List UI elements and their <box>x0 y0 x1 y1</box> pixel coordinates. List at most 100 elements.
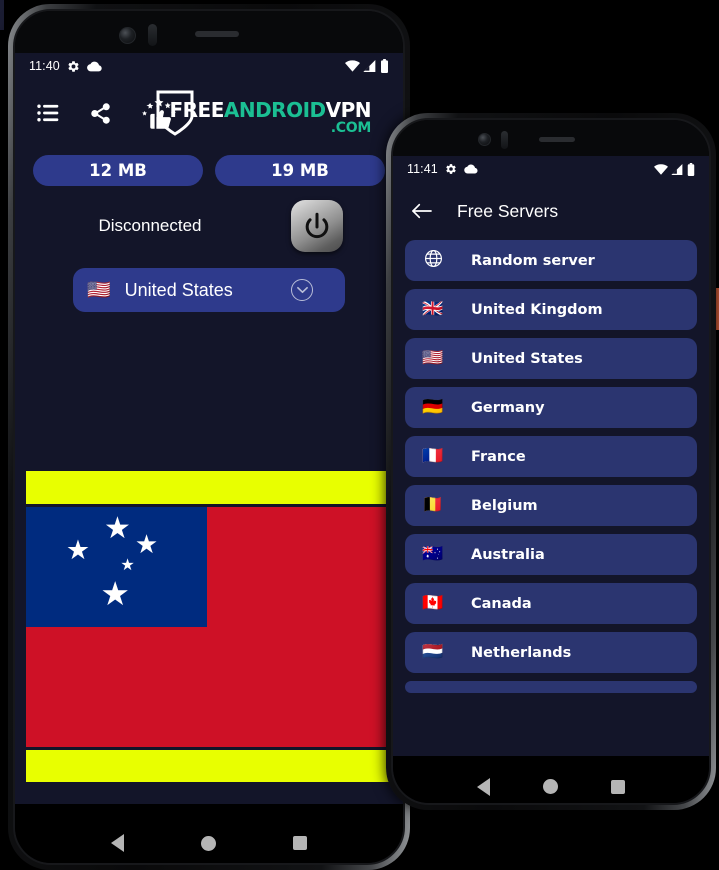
server-list-item-united-states[interactable]: 🇺🇸 United States <box>405 338 697 379</box>
nav-back-icon[interactable] <box>111 834 125 852</box>
phone-device-secondary: 11:41 Free Servers Random server 🇬🇧 Unit… <box>386 113 716 810</box>
server-list-item-label: Australia <box>471 546 545 563</box>
nav-home-icon[interactable] <box>542 779 558 794</box>
gear-icon <box>68 60 79 72</box>
gear-icon <box>446 164 456 174</box>
android-nav-bar-b <box>393 756 709 803</box>
star-icon: ★ <box>103 511 131 547</box>
app-logo: FREEANDROIDVPN .COM <box>155 89 397 137</box>
phone-b-notch <box>393 120 709 156</box>
logo-part-free: FREE <box>169 98 224 122</box>
phone-b-screen: 11:41 Free Servers Random server 🇬🇧 Unit… <box>393 156 709 756</box>
status-time: 11:41 <box>407 162 438 176</box>
left-edge-sliver <box>0 0 4 30</box>
logo-part-vpn: VPN <box>325 98 372 122</box>
server-list-item-australia[interactable]: 🇦🇺 Australia <box>405 534 697 575</box>
star-icon: ★ <box>100 573 130 613</box>
flag-icon-fr: 🇫🇷 <box>422 446 444 466</box>
flag-icon-us: 🇺🇸 <box>422 348 444 368</box>
server-list-item-random[interactable]: Random server <box>405 240 697 281</box>
server-list: Random server 🇬🇧 United Kingdom 🇺🇸 Unite… <box>393 240 709 693</box>
screenshot-stage: 11:40 FREEANDROIDVPN .COM 12 MB 19 MB Di… <box>0 0 719 870</box>
server-list-item-france[interactable]: 🇫🇷 France <box>405 436 697 477</box>
nav-back-icon[interactable] <box>477 777 491 796</box>
server-list-item-label: France <box>471 448 526 465</box>
server-list-item-canada[interactable]: 🇨🇦 Canada <box>405 583 697 624</box>
front-camera-icon <box>119 27 136 44</box>
phone-b-bezel: 11:41 Free Servers Random server 🇬🇧 Unit… <box>391 118 711 805</box>
star-icon: ★ <box>120 555 135 575</box>
server-list-item-label: Canada <box>471 595 532 612</box>
upload-usage-pill[interactable]: 19 MB <box>215 155 385 186</box>
country-selector-wrap: 🇺🇸 United States <box>15 252 403 312</box>
earpiece-speaker <box>539 137 575 142</box>
proximity-sensor-icon <box>501 131 508 149</box>
status-bar-b: 11:41 <box>393 156 709 182</box>
flag-icon-de: 🇩🇪 <box>422 397 444 417</box>
server-list-item-belgium[interactable]: 🇧🇪 Belgium <box>405 485 697 526</box>
cloud-icon <box>464 164 478 174</box>
earpiece-speaker <box>195 31 239 37</box>
power-toggle[interactable] <box>291 200 343 252</box>
page-title: Free Servers <box>457 200 559 221</box>
flag-icon-gb: 🇬🇧 <box>422 299 444 319</box>
server-list-item-label: United States <box>471 350 583 367</box>
samoa-flag-canton: ★ ★ ★ ★ ★ <box>26 507 208 627</box>
server-list-item-label: Netherlands <box>471 644 572 661</box>
connection-status-text: Disconnected <box>98 216 202 235</box>
nav-recents-icon[interactable] <box>292 836 307 850</box>
logo-part-com: .COM <box>330 120 372 136</box>
country-selector-label: United States <box>124 279 233 300</box>
server-list-item-united-kingdom[interactable]: 🇬🇧 United Kingdom <box>405 289 697 330</box>
star-icon: ★ <box>134 530 159 561</box>
ad-top-bar <box>26 471 400 504</box>
server-list-item-label: United Kingdom <box>471 301 603 318</box>
nav-home-icon[interactable] <box>200 835 216 851</box>
battery-icon <box>381 59 388 73</box>
screen-header: Free Servers <box>393 182 709 240</box>
battery-icon <box>687 162 695 176</box>
share-icon[interactable] <box>85 98 115 128</box>
front-camera-icon <box>478 133 491 146</box>
phone-a-notch <box>15 11 403 53</box>
proximity-sensor-icon <box>148 24 157 46</box>
cloud-icon <box>86 61 102 71</box>
flag-icon-ca: 🇨🇦 <box>422 593 444 613</box>
samoa-flag-ad-banner[interactable]: ★ ★ ★ ★ ★ <box>26 471 400 791</box>
status-bar-a: 11:40 <box>15 53 403 79</box>
status-time: 11:40 <box>29 59 60 73</box>
connection-row: Disconnected <box>15 186 403 252</box>
signal-icon <box>671 163 683 175</box>
country-flag-icon: 🇺🇸 <box>87 278 111 301</box>
star-icon: ★ <box>65 535 91 566</box>
samoa-flag-field: ★ ★ ★ ★ ★ <box>26 507 400 747</box>
country-selector[interactable]: 🇺🇸 United States <box>73 268 345 312</box>
server-list-item-label: Germany <box>471 399 545 416</box>
flag-icon-au: 🇦🇺 <box>422 544 444 564</box>
app-toolbar: FREEANDROIDVPN .COM <box>15 79 403 147</box>
wifi-icon <box>654 163 668 175</box>
globe-icon <box>421 249 445 272</box>
signal-icon <box>363 60 376 72</box>
phone-device-primary: 11:40 FREEANDROIDVPN .COM 12 MB 19 MB Di… <box>8 4 410 870</box>
wifi-icon <box>345 60 360 72</box>
logo-part-android: ANDROID <box>223 98 326 122</box>
download-usage-pill[interactable]: 12 MB <box>33 155 203 186</box>
logo-wordmark: FREEANDROIDVPN .COM <box>169 100 371 135</box>
nav-recents-icon[interactable] <box>610 779 625 794</box>
phone-a-bezel: 11:40 FREEANDROIDVPN .COM 12 MB 19 MB Di… <box>13 9 405 865</box>
back-arrow-icon[interactable] <box>411 202 433 220</box>
flag-icon-nl: 🇳🇱 <box>422 642 444 662</box>
ad-bottom-bar <box>26 750 400 782</box>
server-list-item-germany[interactable]: 🇩🇪 Germany <box>405 387 697 428</box>
usage-pills-row: 12 MB 19 MB <box>15 147 403 186</box>
server-list-item-netherlands[interactable]: 🇳🇱 Netherlands <box>405 632 697 673</box>
server-list-item-partial[interactable] <box>405 681 697 693</box>
chevron-down-icon[interactable] <box>291 279 313 301</box>
menu-list-icon[interactable] <box>33 98 63 128</box>
flag-icon-be: 🇧🇪 <box>422 495 444 515</box>
phone-a-screen: 11:40 FREEANDROIDVPN .COM 12 MB 19 MB Di… <box>15 53 403 804</box>
server-list-item-label: Random server <box>471 252 595 269</box>
android-nav-bar-a <box>15 804 403 863</box>
server-list-item-label: Belgium <box>471 497 538 514</box>
